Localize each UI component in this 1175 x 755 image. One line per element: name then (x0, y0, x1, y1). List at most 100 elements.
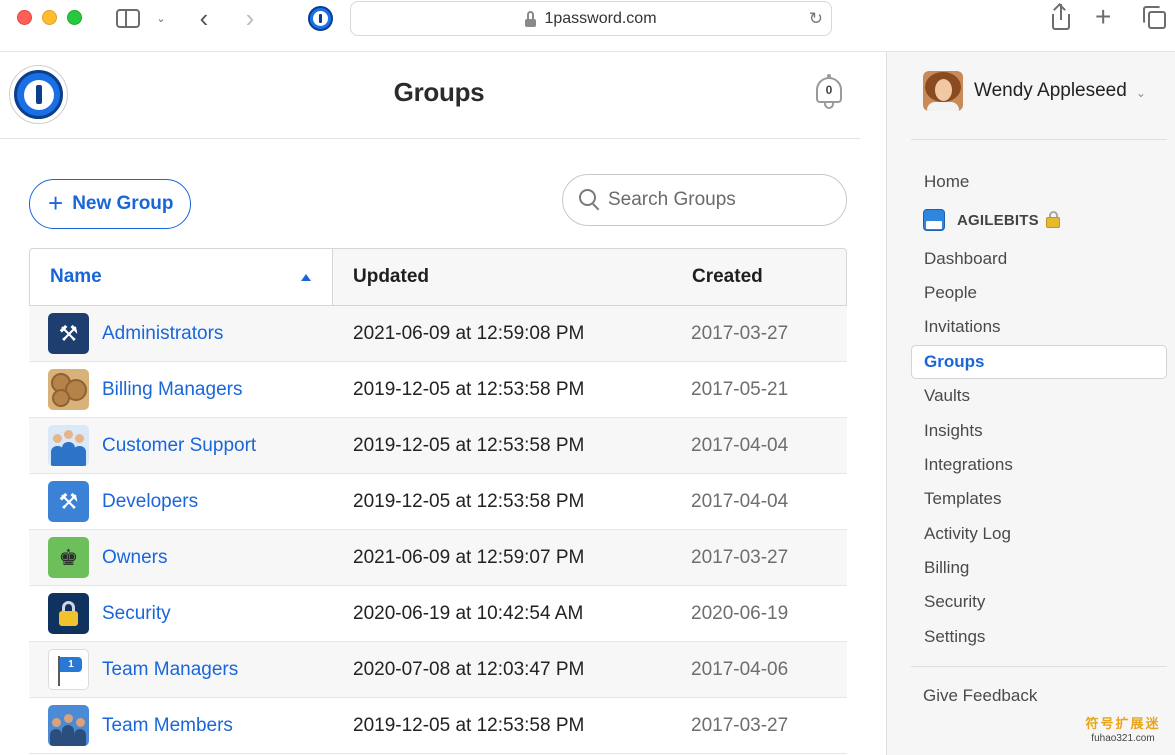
team-icon (48, 705, 89, 746)
group-name-link[interactable]: Team Managers (102, 659, 238, 681)
group-name-link[interactable]: Developers (102, 491, 198, 513)
zoom-window-button[interactable] (67, 10, 82, 25)
search-icon (579, 189, 601, 211)
chevron-left-icon[interactable]: ‹ (194, 3, 214, 33)
url-text: 1password.com (544, 9, 657, 27)
column-header-name-label: Name (50, 266, 102, 287)
new-group-label: New Group (72, 193, 174, 214)
sidebar-item-integrations[interactable]: Integrations (911, 448, 1167, 482)
updated-cell: 2019-12-05 at 12:53:58 PM (353, 378, 585, 400)
avatar (923, 71, 963, 111)
table-row[interactable]: ♚ Owners 2021-06-09 at 12:59:07 PM 2017-… (29, 530, 847, 586)
user-menu[interactable]: Wendy Appleseed ⌄ (923, 71, 1146, 111)
sidebar-divider (911, 666, 1167, 667)
people-icon (48, 425, 89, 466)
sidebar-item-dashboard[interactable]: Dashboard (911, 241, 1167, 275)
plus-icon[interactable]: + (1095, 3, 1111, 31)
minimize-window-button[interactable] (42, 10, 57, 25)
group-name-link[interactable]: Billing Managers (102, 379, 242, 401)
page-title: Groups (393, 77, 485, 107)
chevron-down-icon[interactable]: ⌄ (154, 6, 168, 30)
column-header-name[interactable]: Name (30, 249, 333, 305)
updated-cell: 2020-06-19 at 10:42:54 AM (353, 602, 584, 624)
notification-count: 0 (816, 77, 842, 103)
created-cell: 2020-06-19 (691, 602, 789, 624)
table-header: Name Updated Created (29, 248, 847, 306)
lock-icon (1044, 210, 1061, 228)
lock-icon (525, 10, 537, 27)
group-name-link[interactable]: Administrators (102, 323, 223, 345)
watermark-url: fuhao321.com (1091, 733, 1155, 744)
watermark-text: 符号扩展迷 (1085, 716, 1161, 731)
flag-icon: 1 (48, 649, 89, 690)
sidebar-item-people[interactable]: People (911, 276, 1167, 310)
sidebar-item-insights[interactable]: Insights (911, 413, 1167, 447)
sidebar-divider (911, 139, 1167, 140)
close-window-button[interactable] (17, 10, 32, 25)
header-divider (0, 138, 860, 139)
table-row[interactable]: 1 Team Managers 2020-07-08 at 12:03:47 P… (29, 642, 847, 698)
agilebits-account-icon (923, 209, 945, 232)
table-row[interactable]: Security 2020-06-19 at 10:42:54 AM 2020-… (29, 586, 847, 642)
account-sidebar: Wendy Appleseed ⌄ Home AGILEBITS Dashboa… (886, 52, 1175, 755)
table-row[interactable]: Team Members 2019-12-05 at 12:53:58 PM 2… (29, 698, 847, 754)
tabs-overview-icon[interactable] (1143, 6, 1167, 30)
sidebar-item-templates[interactable]: Templates (911, 482, 1167, 516)
created-cell: 2017-03-27 (691, 714, 789, 736)
updated-cell: 2021-06-09 at 12:59:07 PM (353, 546, 585, 568)
1password-extension-icon[interactable] (308, 6, 333, 31)
main-content: Groups 0 + New Group Name Updated Create… (0, 52, 886, 755)
search-input[interactable] (608, 189, 828, 211)
search-groups-field[interactable] (562, 174, 847, 226)
sidebar-icon[interactable] (115, 6, 141, 30)
address-bar[interactable]: 1password.com ↻ (350, 1, 832, 36)
chevron-down-icon: ⌄ (1135, 85, 1146, 100)
updated-cell: 2020-07-08 at 12:03:47 PM (353, 658, 585, 680)
sidebar-item-settings[interactable]: Settings (911, 620, 1167, 654)
table-row[interactable]: Customer Support 2019-12-05 at 12:53:58 … (29, 418, 847, 474)
reload-icon[interactable]: ↻ (809, 9, 823, 29)
padlock-icon (48, 593, 89, 634)
sidebar-item-activity-log[interactable]: Activity Log (911, 517, 1167, 551)
created-cell: 2017-05-21 (691, 378, 789, 400)
sidebar-item-groups[interactable]: Groups (911, 344, 1167, 379)
sidebar-item-home[interactable]: Home (911, 165, 1167, 199)
table-row[interactable]: ⚒ Developers 2019-12-05 at 12:53:58 PM 2… (29, 474, 847, 530)
sidebar-item-billing[interactable]: Billing (911, 551, 1167, 585)
group-name-link[interactable]: Security (102, 603, 171, 625)
chevron-right-icon[interactable]: › (240, 3, 260, 33)
browser-toolbar: ⌄ ‹ › 1password.com ↻ + (0, 0, 1175, 52)
updated-cell: 2019-12-05 at 12:53:58 PM (353, 714, 585, 736)
chess-icon: ♚ (48, 537, 89, 578)
give-feedback-link[interactable]: Give Feedback (923, 686, 1037, 706)
created-cell: 2017-04-04 (691, 434, 789, 456)
account-header[interactable]: AGILEBITS (911, 199, 1167, 241)
column-header-created[interactable]: Created (692, 249, 846, 305)
watermark: 符号扩展迷 fuhao321.com (1078, 716, 1168, 746)
plus-icon: + (48, 188, 64, 218)
created-cell: 2017-03-27 (691, 546, 789, 568)
sidebar-item-invitations[interactable]: Invitations (911, 310, 1167, 344)
table-row[interactable]: ⚒ Administrators 2021-06-09 at 12:59:08 … (29, 306, 847, 362)
table-row[interactable]: Billing Managers 2019-12-05 at 12:53:58 … (29, 362, 847, 418)
column-header-updated[interactable]: Updated (333, 249, 692, 305)
bell-icon[interactable]: 0 (814, 74, 844, 112)
coins-icon (48, 369, 89, 410)
new-group-button[interactable]: + New Group (29, 179, 191, 229)
share-icon[interactable] (1050, 3, 1072, 30)
updated-cell: 2021-06-09 at 12:59:08 PM (353, 322, 585, 344)
group-name-link[interactable]: Team Members (102, 715, 233, 737)
sidebar-nav: Home AGILEBITS Dashboard People Invitati… (911, 165, 1167, 654)
group-name-link[interactable]: Customer Support (102, 435, 256, 457)
wrench-icon: ⚒ (48, 481, 89, 522)
account-name: AGILEBITS (957, 211, 1039, 229)
updated-cell: 2019-12-05 at 12:53:58 PM (353, 490, 585, 512)
created-cell: 2017-04-04 (691, 490, 789, 512)
group-name-link[interactable]: Owners (102, 547, 167, 569)
tools-icon: ⚒ (48, 313, 89, 354)
created-cell: 2017-03-27 (691, 322, 789, 344)
sidebar-item-vaults[interactable]: Vaults (911, 379, 1167, 413)
sidebar-item-security[interactable]: Security (911, 585, 1167, 619)
created-cell: 2017-04-06 (691, 658, 789, 680)
updated-cell: 2019-12-05 at 12:53:58 PM (353, 434, 585, 456)
